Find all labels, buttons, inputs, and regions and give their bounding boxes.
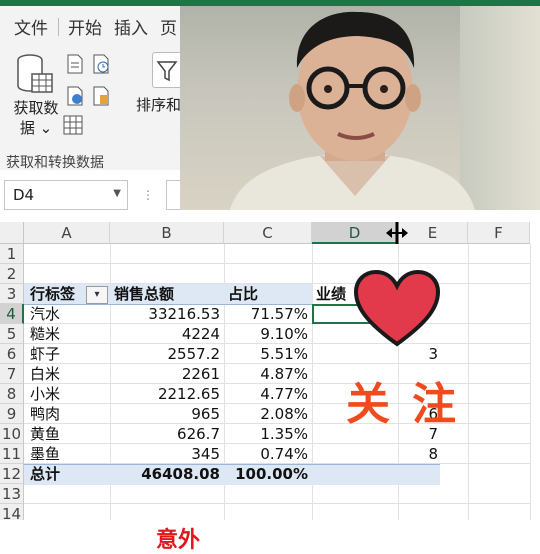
pivot-item-sales[interactable]: 345 xyxy=(110,444,220,464)
column-header-a[interactable]: A xyxy=(24,222,110,244)
tab-home[interactable]: 开始 xyxy=(68,14,102,39)
bottom-caption-strip xyxy=(0,520,540,540)
pivot-item-name[interactable]: 鸭肉 xyxy=(30,404,60,424)
column-header-c[interactable]: C xyxy=(224,222,312,244)
row-header-10[interactable]: 10 xyxy=(0,424,24,444)
webcam-overlay xyxy=(180,6,540,210)
bottom-caption: 意外 xyxy=(156,528,201,553)
pivot-item-ratio[interactable]: 2.08% xyxy=(224,404,308,424)
pivot-sales-header: 销售总额 xyxy=(114,285,175,303)
pivot-item-sales[interactable]: 965 xyxy=(110,404,220,424)
pivot-row-label-header: 行标签 xyxy=(30,285,76,303)
from-table-icon[interactable] xyxy=(62,114,84,136)
presenter-video xyxy=(230,11,475,210)
pivot-item-name[interactable]: 白米 xyxy=(30,364,60,384)
filter-dropdown-button[interactable]: ▾ xyxy=(86,286,108,304)
get-data-label-line2: 据 ⌄ xyxy=(19,119,53,137)
pivot-total-ratio[interactable]: 100.00% xyxy=(224,464,308,484)
gridline xyxy=(24,503,530,504)
column-resize-cursor-icon xyxy=(386,222,408,244)
pivot-item-sales[interactable]: 4224 xyxy=(110,324,220,344)
extra-header: 业绩 xyxy=(316,285,347,303)
tab-page-layout[interactable]: 页 xyxy=(160,14,177,39)
name-box[interactable]: D4 ▼ xyxy=(4,180,128,210)
get-data-label-line1: 获取数 xyxy=(13,99,59,117)
pivot-item-sales[interactable]: 2261 xyxy=(110,364,220,384)
select-all-corner[interactable] xyxy=(0,222,24,244)
pivot-item-name[interactable]: 黄鱼 xyxy=(30,424,60,444)
get-data-label-sub: 据 xyxy=(19,119,35,137)
pivot-item-ratio[interactable]: 9.10% xyxy=(224,324,308,344)
database-icon[interactable] xyxy=(16,52,54,96)
cell-e-value[interactable]: 8 xyxy=(398,444,438,464)
column-header-b[interactable]: B xyxy=(110,222,224,244)
group-label-get-transform: 获取和转换数据 xyxy=(6,155,104,171)
gridline xyxy=(530,244,531,520)
from-text-icon[interactable] xyxy=(66,54,84,74)
row-header-4[interactable]: 4 xyxy=(0,304,24,324)
row-header-9[interactable]: 9 xyxy=(0,404,24,424)
pivot-ratio-header: 占比 xyxy=(228,285,259,303)
pivot-total-label[interactable]: 总计 xyxy=(30,464,60,484)
follow-text: 关注 xyxy=(346,379,478,430)
gridline xyxy=(24,263,530,264)
recent-sources-icon[interactable] xyxy=(92,54,110,74)
row-header-8[interactable]: 8 xyxy=(0,384,24,404)
pivot-item-ratio[interactable]: 71.57% xyxy=(224,304,308,324)
row-header-13[interactable]: 13 xyxy=(0,484,24,504)
sort-and-filter-button[interactable]: 排序和 xyxy=(136,94,181,115)
pivot-item-sales[interactable]: 2557.2 xyxy=(110,344,221,364)
row-header-6[interactable]: 6 xyxy=(0,344,24,364)
existing-connections-icon[interactable] xyxy=(92,86,110,106)
from-web-icon[interactable] xyxy=(66,86,84,106)
pivot-item-ratio[interactable]: 0.74% xyxy=(224,444,308,464)
tab-divider xyxy=(58,18,59,36)
column-header-f[interactable]: F xyxy=(468,222,530,244)
pivot-item-ratio[interactable]: 4.87% xyxy=(224,364,308,384)
tab-insert[interactable]: 插入 xyxy=(114,14,148,39)
pivot-item-ratio[interactable]: 1.35% xyxy=(224,424,308,444)
pivot-item-name[interactable]: 墨鱼 xyxy=(30,444,60,464)
row-header-2[interactable]: 2 xyxy=(0,264,24,284)
pivot-item-ratio[interactable]: 4.77% xyxy=(224,384,308,404)
pivot-item-name[interactable]: 汽水 xyxy=(30,304,60,324)
heart-icon xyxy=(353,269,441,347)
filter-icon[interactable] xyxy=(152,52,182,88)
pivot-total-sales[interactable]: 46408.08 xyxy=(110,464,220,484)
row-header-11[interactable]: 11 xyxy=(0,444,24,464)
pivot-item-ratio[interactable]: 5.51% xyxy=(224,344,308,364)
row-header-7[interactable]: 7 xyxy=(0,364,24,384)
tab-file[interactable]: 文件 xyxy=(14,14,48,39)
row-header-5[interactable]: 5 xyxy=(0,324,24,344)
more-options-icon: ⋮ xyxy=(142,188,156,202)
pivot-item-name[interactable]: 糙米 xyxy=(30,324,60,344)
row-header-3[interactable]: 3 xyxy=(0,284,24,304)
pivot-item-sales[interactable]: 2212.65 xyxy=(110,384,220,404)
chevron-down-icon[interactable]: ▼ xyxy=(113,188,121,199)
pivot-item-sales[interactable]: 626.7 xyxy=(110,424,220,444)
pivot-item-name[interactable]: 虾子 xyxy=(30,344,60,364)
name-box-value: D4 xyxy=(13,186,35,204)
row-header-1[interactable]: 1 xyxy=(0,244,24,264)
pivot-item-name[interactable]: 小米 xyxy=(30,384,60,404)
row-header-12[interactable]: 12 xyxy=(0,464,24,484)
pivot-item-sales[interactable]: 33216.53 xyxy=(110,304,220,324)
get-data-button[interactable]: 获取数 据 ⌄ xyxy=(8,98,64,138)
